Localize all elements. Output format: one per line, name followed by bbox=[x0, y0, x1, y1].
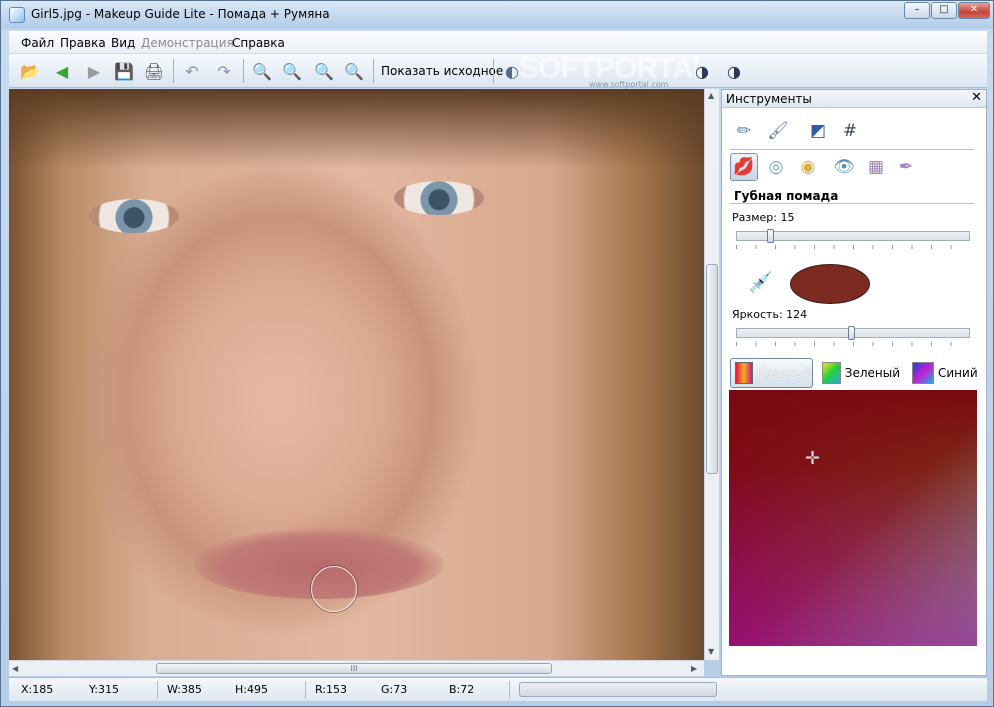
vertical-scroll-thumb[interactable] bbox=[706, 264, 718, 474]
toolbar: 📂 ◀ ▶ 💾 🖨 ↶ ↷ 🔍 🔍 🔍 🔍 Показать исходное … bbox=[9, 52, 987, 89]
menu-file[interactable]: Файл bbox=[21, 36, 54, 50]
status-bar: X:185 Y:315 W:385 H:495 R:153 G:73 B:72 bbox=[9, 677, 987, 701]
brush-tool-icon[interactable]: 🖌 bbox=[764, 117, 792, 145]
redo-icon[interactable]: ↷ bbox=[211, 58, 237, 84]
tab-green-label: Зеленый bbox=[844, 366, 900, 380]
eye-tool-icon[interactable]: 👁 bbox=[830, 153, 858, 181]
title-bar[interactable]: Girl5.jpg - Makeup Guide Lite - Помада +… bbox=[1, 1, 993, 29]
status-g: G:73 bbox=[381, 683, 408, 696]
maximize-button[interactable]: □ bbox=[931, 2, 957, 19]
menu-help[interactable]: Справка bbox=[232, 36, 285, 50]
toolbar-separator bbox=[373, 59, 374, 83]
status-divider bbox=[305, 681, 306, 699]
zoom-out-icon[interactable]: 🔍 bbox=[279, 58, 305, 84]
close-button[interactable]: ✕ bbox=[958, 2, 990, 19]
powder-tool-icon[interactable]: ◎ bbox=[762, 153, 790, 181]
size-slider-ticks bbox=[736, 245, 970, 249]
horizontal-scroll-thumb[interactable]: III bbox=[156, 663, 552, 674]
print-icon[interactable]: 🖨 bbox=[141, 58, 167, 84]
app-window: Girl5.jpg - Makeup Guide Lite - Помада +… bbox=[0, 0, 994, 707]
toolbar-separator bbox=[493, 59, 494, 83]
save-icon[interactable]: 💾 bbox=[111, 58, 137, 84]
color-picker[interactable]: ✛ bbox=[729, 390, 977, 646]
forward-icon[interactable]: ▶ bbox=[81, 58, 107, 84]
tab-green[interactable]: Зеленый bbox=[818, 358, 900, 388]
tab-blue[interactable]: Синий bbox=[908, 358, 980, 388]
scroll-down-icon[interactable]: ▼ bbox=[708, 647, 714, 656]
status-w: W:385 bbox=[167, 683, 202, 696]
grid-tool-icon[interactable]: # bbox=[836, 117, 864, 145]
eyedropper-icon[interactable]: 💉 bbox=[748, 270, 773, 294]
right-eye bbox=[394, 181, 484, 215]
pencil-tool-icon[interactable]: ✏ bbox=[730, 117, 758, 145]
brush-cursor[interactable] bbox=[311, 566, 357, 612]
blush-tool-icon[interactable]: ◉ bbox=[794, 153, 822, 181]
scroll-left-icon[interactable]: ◀ bbox=[12, 664, 18, 673]
menu-demo[interactable]: Демонстрация bbox=[141, 36, 234, 50]
show-original-button[interactable]: Показать исходное bbox=[381, 64, 503, 78]
blue-gradient-icon bbox=[912, 362, 934, 384]
scroll-up-icon[interactable]: ▲ bbox=[708, 91, 714, 100]
panel-separator bbox=[730, 149, 974, 150]
contrast-icon[interactable]: ◑ bbox=[689, 58, 715, 84]
menu-edit[interactable]: Правка bbox=[60, 36, 106, 50]
status-divider bbox=[509, 681, 510, 699]
size-label: Размер: 15 bbox=[732, 211, 795, 224]
panel-header: Инструменты ✕ bbox=[722, 90, 986, 108]
scroll-right-icon[interactable]: ▶ bbox=[691, 664, 697, 673]
left-eye bbox=[89, 199, 179, 233]
vertical-scrollbar[interactable]: ▲ ▼ bbox=[704, 89, 719, 660]
green-gradient-icon bbox=[822, 362, 841, 384]
color-swatch[interactable] bbox=[790, 264, 870, 304]
pencil-liner-icon[interactable]: ✒ bbox=[892, 153, 920, 181]
tab-blue-label: Синий bbox=[938, 366, 978, 380]
status-h: H:495 bbox=[235, 683, 268, 696]
panel-separator bbox=[730, 203, 974, 204]
section-title: Губная помада bbox=[734, 189, 839, 203]
status-r: R:153 bbox=[315, 683, 348, 696]
picker-crosshair-icon[interactable]: ✛ bbox=[805, 448, 820, 469]
hair-region bbox=[9, 89, 704, 169]
undo-icon[interactable]: ↶ bbox=[179, 58, 205, 84]
red-gradient-icon bbox=[735, 362, 753, 384]
menu-view[interactable]: Вид bbox=[111, 36, 135, 50]
menu-bar: Файл Правка Вид Демонстрация Справка bbox=[9, 31, 987, 53]
zoom-fit-icon[interactable]: 🔍 bbox=[311, 58, 337, 84]
panel-title: Инструменты bbox=[726, 92, 812, 106]
window-title: Girl5.jpg - Makeup Guide Lite - Помада +… bbox=[31, 7, 330, 21]
contrast-small-icon[interactable]: ◑ bbox=[721, 58, 747, 84]
size-slider[interactable] bbox=[736, 229, 970, 243]
size-slider-thumb[interactable] bbox=[767, 229, 774, 243]
minimize-button[interactable]: – bbox=[904, 2, 930, 19]
panel-close-icon[interactable]: ✕ bbox=[971, 90, 982, 105]
toolbar-separator bbox=[173, 59, 174, 83]
progress-bar bbox=[519, 682, 717, 697]
brightness-label: Яркость: 124 bbox=[732, 308, 808, 321]
status-x: X:185 bbox=[21, 683, 54, 696]
brightness-slider-thumb[interactable] bbox=[848, 326, 855, 340]
brightness-slider[interactable] bbox=[736, 326, 970, 340]
status-divider bbox=[157, 681, 158, 699]
back-icon[interactable]: ◀ bbox=[49, 58, 75, 84]
tools-panel: Инструменты ✕ ✏ 🖌 ◩ # 💋 ◎ ◉ 👁 ▦ ✒ Губная… bbox=[721, 89, 987, 676]
brightness-slider-ticks bbox=[736, 342, 970, 346]
status-y: Y:315 bbox=[89, 683, 119, 696]
resize-tool-icon[interactable]: ◩ bbox=[804, 117, 832, 145]
image-canvas[interactable] bbox=[9, 89, 704, 660]
zoom-in-icon[interactable]: 🔍 bbox=[249, 58, 275, 84]
open-icon[interactable]: 📂 bbox=[17, 58, 43, 84]
toolbar-separator bbox=[243, 59, 244, 83]
tab-red-label: Красный bbox=[756, 366, 812, 380]
lipstick-tool-icon[interactable]: 💋 bbox=[730, 153, 758, 181]
watermark-subtext: www.softportal.com bbox=[589, 80, 669, 89]
app-icon bbox=[9, 7, 25, 23]
horizontal-scrollbar[interactable]: ◀ III ▶ bbox=[9, 660, 704, 676]
tab-red[interactable]: Красный bbox=[730, 358, 813, 388]
zoom-actual-icon[interactable]: 🔍 bbox=[341, 58, 367, 84]
palette-tool-icon[interactable]: ▦ bbox=[862, 153, 890, 181]
status-b: B:72 bbox=[449, 683, 475, 696]
